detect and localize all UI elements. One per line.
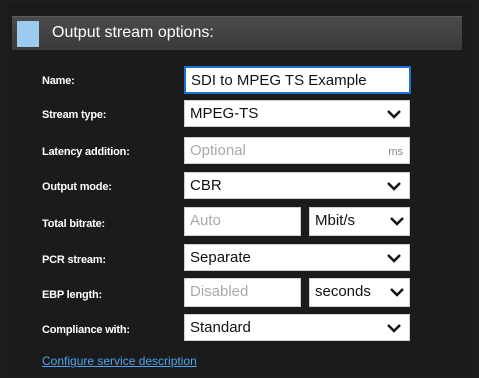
section-header: Output stream options: bbox=[12, 16, 462, 50]
name-input[interactable]: SDI to MPEG TS Example bbox=[184, 66, 411, 94]
ebp-length-label: EBP length: bbox=[42, 289, 102, 301]
chevron-down-icon bbox=[387, 324, 401, 333]
output-mode-value: CBR bbox=[190, 177, 222, 194]
latency-unit: ms bbox=[388, 146, 403, 158]
compliance-value: Standard bbox=[190, 319, 251, 336]
bitrate-unit-value: Mbit/s bbox=[315, 212, 356, 229]
output-mode-select[interactable]: CBR bbox=[184, 172, 410, 199]
chevron-down-icon bbox=[390, 288, 404, 297]
latency-addition-input[interactable]: Optional ms bbox=[184, 137, 410, 164]
pcr-stream-select[interactable]: Separate bbox=[184, 244, 410, 271]
pcr-stream-value: Separate bbox=[190, 249, 251, 266]
section-title: Output stream options: bbox=[52, 24, 214, 41]
stream-type-value: MPEG-TS bbox=[190, 105, 259, 122]
chevron-down-icon bbox=[387, 110, 401, 119]
total-bitrate-input[interactable]: Auto bbox=[184, 207, 301, 236]
ebp-unit-value: seconds bbox=[315, 283, 371, 300]
total-bitrate-placeholder: Auto bbox=[190, 212, 221, 229]
chevron-down-icon bbox=[390, 217, 404, 226]
configure-service-description-link[interactable]: Configure service description bbox=[42, 354, 197, 368]
pcr-stream-label: PCR stream: bbox=[42, 254, 106, 266]
chevron-down-icon bbox=[387, 254, 401, 263]
chevron-down-icon bbox=[387, 182, 401, 191]
header-accent-bar bbox=[17, 21, 39, 47]
bitrate-unit-select[interactable]: Mbit/s bbox=[309, 207, 410, 236]
compliance-select[interactable]: Standard bbox=[184, 314, 410, 341]
name-label: Name: bbox=[42, 75, 75, 87]
latency-placeholder: Optional bbox=[190, 142, 246, 159]
compliance-label: Compliance with: bbox=[42, 324, 130, 336]
stream-type-label: Stream type: bbox=[42, 109, 107, 121]
ebp-unit-select[interactable]: seconds bbox=[309, 278, 410, 307]
total-bitrate-label: Total bitrate: bbox=[42, 218, 105, 230]
ebp-length-placeholder: Disabled bbox=[190, 283, 249, 300]
output-mode-label: Output mode: bbox=[42, 181, 112, 193]
ebp-length-input[interactable]: Disabled bbox=[184, 278, 301, 307]
latency-addition-label: Latency addition: bbox=[42, 146, 130, 158]
name-input-value: SDI to MPEG TS Example bbox=[191, 72, 367, 89]
stream-type-select[interactable]: MPEG-TS bbox=[184, 100, 410, 127]
